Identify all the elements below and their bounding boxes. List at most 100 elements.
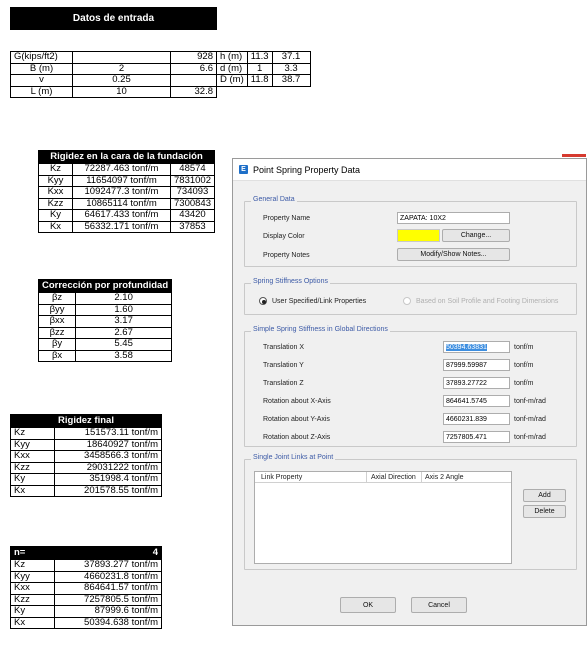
depth-value[interactable]: 3.58 [75,349,173,362]
soil-profile-radio[interactable] [403,297,411,305]
translation-x-input[interactable]: 50394.63831 [443,341,510,353]
stiffness-alt[interactable]: 43420 [170,209,215,222]
property-name-input[interactable]: ZAPATA: 10X2 [397,212,510,224]
n-key[interactable]: Ky [10,605,55,618]
input-label[interactable]: d (m) [216,62,248,75]
links-col-axial[interactable]: Axial Direction [371,474,416,481]
n-row-value[interactable]: 50394.638 tonf/m [54,616,162,629]
user-specified-radio[interactable] [259,297,267,305]
change-color-button[interactable]: Change... [442,229,510,242]
final-value[interactable]: 18640927 tonf/m [54,438,162,451]
final-value[interactable]: 351998.4 tonf/m [54,473,162,486]
stiffness-key[interactable]: Kz [38,163,73,176]
close-button-edge[interactable] [562,154,586,157]
n-row-value[interactable]: 7257805.5 tonf/m [54,593,162,606]
depth-value[interactable]: 2.10 [75,292,173,305]
rotation-x-input[interactable]: 864641.5745 [443,395,510,407]
input-value[interactable]: 11.8 [246,74,273,87]
n-key[interactable]: Kxx [10,582,55,595]
final-key[interactable]: Kz [10,427,55,440]
n-key[interactable]: Kzz [10,593,55,606]
input-label[interactable]: D (m) [216,74,248,87]
input-label[interactable]: L (m) [10,85,73,98]
stiffness-value[interactable]: 64617.433 tonf/m [72,209,171,222]
depth-value[interactable]: 5.45 [75,338,173,351]
stiffness-value[interactable]: 1092477.3 tonf/m [72,186,171,199]
translation-y-input[interactable]: 87999.59987 [443,359,510,371]
n-key[interactable]: Kx [10,616,55,629]
n-row-value[interactable]: 37893.277 tonf/m [54,559,162,572]
stiffness-alt[interactable]: 48574 [170,163,215,176]
final-key[interactable]: Ky [10,473,55,486]
input-value[interactable]: 0.25 [72,74,171,87]
stiffness-alt[interactable]: 7300843 [170,197,215,210]
final-value[interactable]: 151573.11 tonf/m [54,427,162,440]
stiffness-value[interactable]: 11654097 tonf/m [72,174,171,187]
links-col-angle[interactable]: Axis 2 Angle [425,474,464,481]
add-link-button[interactable]: Add [523,489,566,502]
input-label[interactable]: B (m) [10,62,73,75]
depth-key[interactable]: βyy [37,303,77,316]
links-col-property[interactable]: Link Property [261,474,302,481]
delete-link-button[interactable]: Delete [523,505,566,518]
input-value[interactable]: 2 [72,62,171,75]
depth-key[interactable]: βy [37,338,77,351]
input-value[interactable]: 10 [72,85,171,98]
color-swatch[interactable] [397,229,440,242]
n-row-value[interactable]: 864641.57 tonf/m [54,582,162,595]
stiffness-alt[interactable]: 37853 [170,220,215,233]
n-key[interactable]: Kyy [10,570,55,583]
n-key[interactable]: Kz [10,559,55,572]
input-value[interactable]: 38.7 [271,74,311,87]
stiffness-alt[interactable]: 7831002 [170,174,215,187]
depth-key[interactable]: βz [37,292,77,305]
input-value[interactable]: 1 [246,62,273,75]
input-label[interactable]: h (m) [216,51,248,64]
rotation-z-input[interactable]: 7257805.471 [443,431,510,443]
final-key[interactable]: Kzz [10,461,55,474]
final-value[interactable]: 3458566.3 tonf/m [54,450,162,463]
stiffness-value[interactable]: 10865114 tonf/m [72,197,171,210]
stiffness-value[interactable]: 56332.171 tonf/m [72,220,171,233]
final-key[interactable]: Kx [10,484,55,497]
stiffness-key[interactable]: Ky [38,209,73,222]
n-row-value[interactable]: 87999.6 tonf/m [54,605,162,618]
n-value[interactable]: 4 [54,546,162,560]
depth-key[interactable]: βzz [37,326,77,339]
soil-profile-label[interactable]: Based on Soil Profile and Footing Dimens… [416,298,558,305]
user-specified-label[interactable]: User Specified/Link Properties [272,298,366,305]
depth-value[interactable]: 1.60 [75,303,173,316]
final-value[interactable]: 29031222 tonf/m [54,461,162,474]
stiffness-key[interactable]: Kx [38,220,73,233]
modify-notes-button[interactable]: Modify/Show Notes... [397,248,510,261]
depth-key[interactable]: βx [37,349,77,362]
input-label[interactable]: G(kips/ft2) [10,51,73,64]
input-value[interactable] [72,51,171,64]
input-value[interactable] [170,74,217,87]
links-list[interactable]: Link Property Axial Direction Axis 2 Ang… [254,471,512,564]
ok-button[interactable]: OK [340,597,396,613]
depth-value[interactable]: 3.17 [75,315,173,328]
rotation-y-input[interactable]: 4660231.839 [443,413,510,425]
depth-key[interactable]: βxx [37,315,77,328]
stiffness-key[interactable]: Kzz [38,197,73,210]
input-label[interactable]: v [10,74,73,87]
n-row-value[interactable]: 4660231.8 tonf/m [54,570,162,583]
dialog-title-bar[interactable]: E Point Spring Property Data [233,159,586,181]
translation-z-input[interactable]: 37893.27722 [443,377,510,389]
stiffness-key[interactable]: Kxx [38,186,73,199]
input-value[interactable]: 6.6 [170,62,217,75]
input-value[interactable]: 3.3 [271,62,311,75]
depth-value[interactable]: 2.67 [75,326,173,339]
input-value[interactable]: 37.1 [271,51,311,64]
stiffness-key[interactable]: Kyy [38,174,73,187]
input-value[interactable]: 32.8 [170,85,217,98]
stiffness-alt[interactable]: 734093 [170,186,215,199]
final-key[interactable]: Kxx [10,450,55,463]
input-value[interactable]: 928 [170,51,217,64]
input-value[interactable]: 11.3 [246,51,273,64]
stiffness-value[interactable]: 72287.463 tonf/m [72,163,171,176]
final-value[interactable]: 201578.55 tonf/m [54,484,162,497]
cancel-button[interactable]: Cancel [411,597,467,613]
final-key[interactable]: Kyy [10,438,55,451]
